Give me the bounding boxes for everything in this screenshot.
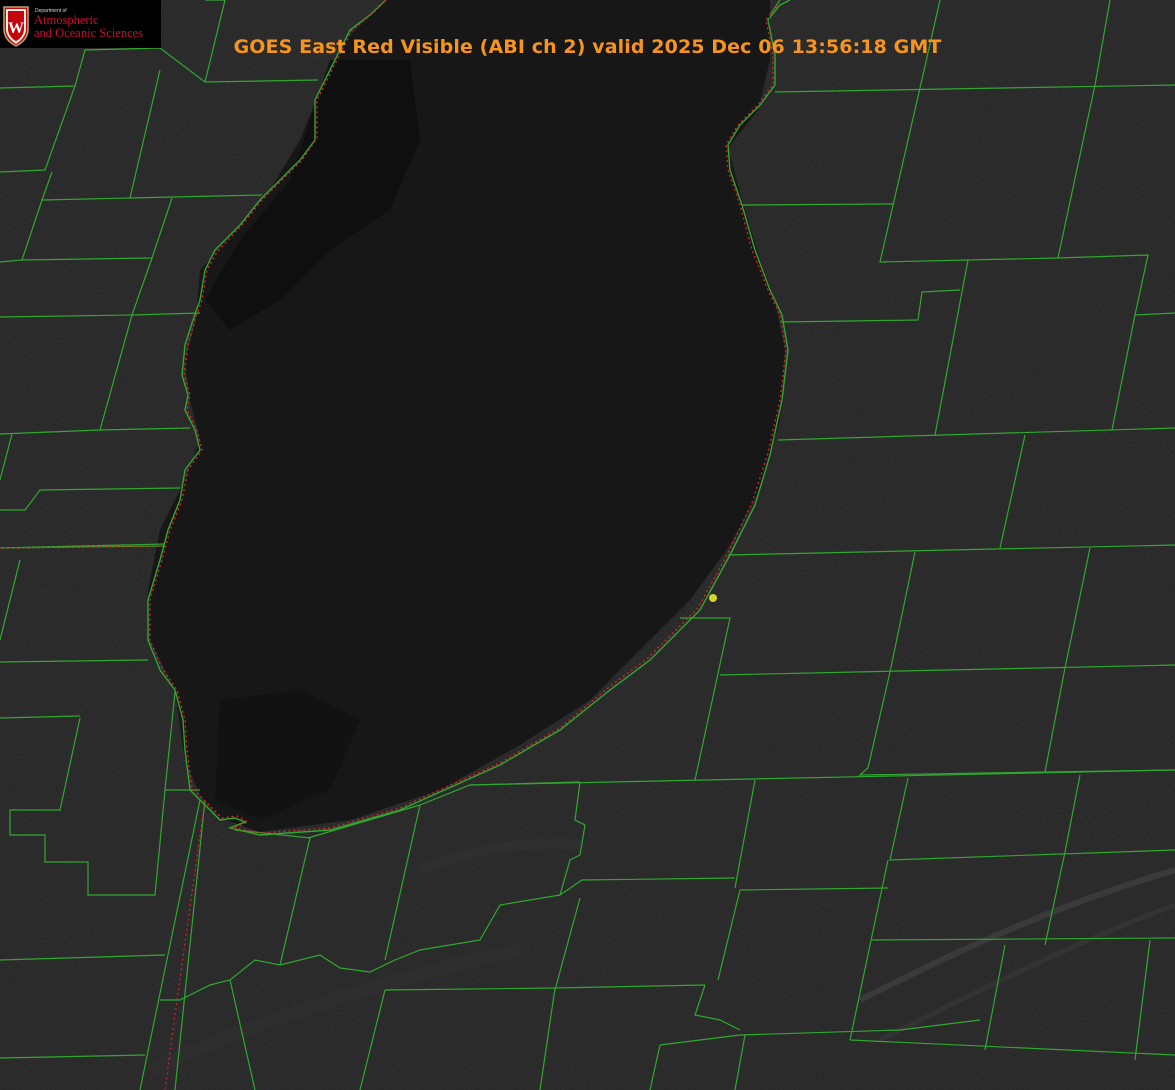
satellite-map [0, 0, 1175, 1090]
image-title: GOES East Red Visible (ABI ch 2) valid 2… [233, 36, 942, 58]
satellite-image-viewer: W Department of Atmospheric and Oceanic … [0, 0, 1175, 1090]
location-marker-icon [709, 594, 717, 602]
crest-letter: W [8, 20, 24, 37]
